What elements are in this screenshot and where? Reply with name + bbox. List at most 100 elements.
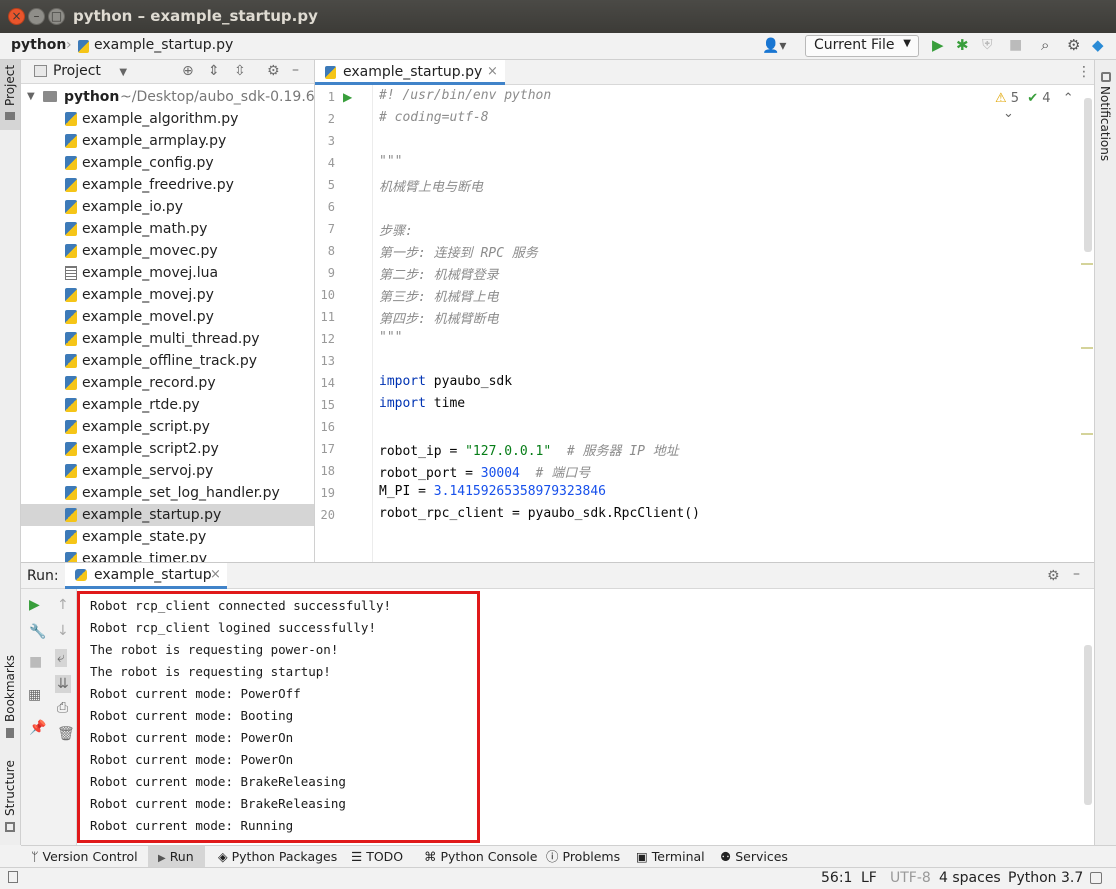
rerun-icon[interactable]: ▶	[29, 598, 40, 612]
project-tool-tab[interactable]: Project	[0, 60, 20, 130]
code-line[interactable]: 第二步: 机械臂登录	[379, 264, 499, 283]
tree-file-item[interactable]: example_record.py	[21, 372, 314, 394]
bookmarks-tool-tab[interactable]: Bookmarks	[0, 655, 20, 742]
close-icon[interactable]: ×	[487, 64, 498, 79]
search-icon[interactable]: ⌕	[1041, 38, 1049, 53]
gear-icon[interactable]: ⚙	[267, 64, 280, 78]
tab-problems[interactable]: ⓘ Problems	[546, 846, 620, 868]
code-line[interactable]: # coding=utf-8	[379, 110, 489, 125]
lock-icon[interactable]	[1090, 872, 1102, 884]
status-line-separator[interactable]: LF	[861, 870, 877, 886]
arrow-up-icon[interactable]: ↑	[57, 598, 69, 612]
scroll-to-end-icon[interactable]: ⇊	[55, 675, 71, 693]
breadcrumb-root[interactable]: python	[11, 37, 66, 53]
arrow-down-icon[interactable]: ↓	[57, 624, 69, 638]
run-config-select[interactable]: Current File ▼	[805, 35, 919, 57]
collapse-all-icon[interactable]: ⇳	[234, 64, 246, 78]
hide-icon[interactable]: –	[292, 63, 299, 77]
code-line[interactable]: #! /usr/bin/env python	[379, 88, 551, 103]
window-maximize-button[interactable]: □	[48, 8, 65, 25]
stop-icon[interactable]: ■	[1009, 38, 1022, 52]
tab-version-control[interactable]: ᛘ Version Control	[31, 846, 138, 868]
coverage-icon[interactable]: ⛨	[982, 38, 993, 52]
tree-file-item[interactable]: example_movel.py	[21, 306, 314, 328]
tree-file-item[interactable]: example_movej.lua	[21, 262, 314, 284]
gear-icon[interactable]: ⚙	[1067, 38, 1080, 53]
tree-file-item[interactable]: example_servoj.py	[21, 460, 314, 482]
code-line[interactable]: """	[379, 154, 402, 169]
code-line[interactable]: import pyaubo_sdk	[379, 374, 512, 389]
tree-file-item[interactable]: example_multi_thread.py	[21, 328, 314, 350]
tab-terminal[interactable]: ▣ Terminal	[636, 846, 705, 868]
tree-file-item[interactable]: example_set_log_handler.py	[21, 482, 314, 504]
hide-icon[interactable]: –	[1073, 567, 1080, 581]
tab-python-packages[interactable]: ◈ Python Packages	[218, 846, 337, 868]
code-line[interactable]: 第一步: 连接到 RPC 服务	[379, 242, 538, 261]
tree-file-item[interactable]: example_script.py	[21, 416, 314, 438]
project-view-selector[interactable]: Project ▼	[53, 63, 127, 79]
tab-todo[interactable]: ☰ TODO	[351, 846, 403, 868]
more-tabs-icon[interactable]: ⋮	[1077, 65, 1091, 79]
user-icon[interactable]: 👤▾	[762, 39, 786, 53]
close-icon[interactable]: ×	[210, 567, 221, 582]
tree-file-item[interactable]: example_io.py	[21, 196, 314, 218]
code-line[interactable]: 第三步: 机械臂上电	[379, 286, 499, 305]
window-minimize-button[interactable]: –	[28, 8, 45, 25]
tree-file-item[interactable]: example_armplay.py	[21, 130, 314, 152]
tree-file-item[interactable]: example_timer.py	[21, 548, 314, 562]
window-close-button[interactable]: ×	[8, 8, 25, 25]
tree-root[interactable]: ▼ python ~/Desktop/aubo_sdk-0.19.6-	[21, 86, 314, 108]
wrench-icon[interactable]: 🔧	[29, 625, 46, 639]
tree-file-item[interactable]: example_movej.py	[21, 284, 314, 306]
soft-wrap-icon[interactable]: ⤶	[55, 649, 67, 667]
inspection-widget[interactable]: ⚠ 5 ✔ 4 ⌃ ⌄	[995, 91, 1094, 121]
tool-window-toggle-icon[interactable]	[8, 871, 18, 883]
code-line[interactable]: """	[379, 330, 402, 345]
tree-file-item[interactable]: example_math.py	[21, 218, 314, 240]
layout-icon[interactable]: ▦	[28, 688, 41, 702]
tree-file-item[interactable]: example_offline_track.py	[21, 350, 314, 372]
status-encoding[interactable]: UTF-8	[890, 870, 931, 886]
tree-file-item[interactable]: example_startup.py	[21, 504, 314, 526]
code-line[interactable]: 步骤:	[379, 220, 413, 239]
console-scrollbar[interactable]	[1084, 645, 1092, 805]
code-line[interactable]: 第四步: 机械臂断电	[379, 308, 499, 327]
status-interpreter[interactable]: Python 3.7	[1008, 870, 1083, 886]
tree-file-item[interactable]: example_script2.py	[21, 438, 314, 460]
status-caret-position[interactable]: 56:1	[821, 870, 852, 886]
toolbox-icon[interactable]: ◆	[1092, 38, 1104, 53]
run-gutter-icon[interactable]: ▶	[343, 90, 352, 104]
tab-run[interactable]: ▶ Run	[148, 846, 205, 868]
trash-icon[interactable]: 🗑	[57, 727, 75, 741]
code-line[interactable]: M_PI = 3.14159265358979323846	[379, 484, 606, 499]
pin-icon[interactable]: 📌	[29, 721, 46, 735]
print-icon[interactable]: ⎙	[57, 701, 68, 715]
expand-all-icon[interactable]: ⇕	[208, 64, 220, 78]
chevron-down-icon[interactable]: ⌄	[1003, 106, 1014, 121]
code-line[interactable]: robot_port = 30004 # 端口号	[379, 462, 590, 481]
editor-tab-example-startup[interactable]: example_startup.py ×	[315, 60, 505, 85]
tree-file-item[interactable]: example_state.py	[21, 526, 314, 548]
editor-scrollbar[interactable]	[1084, 98, 1092, 252]
structure-tool-tab[interactable]: Structure	[0, 760, 20, 840]
code-line[interactable]: import time	[379, 396, 465, 411]
locate-icon[interactable]: ⊕	[182, 64, 194, 78]
code-line[interactable]: robot_ip = "127.0.0.1" # 服务器 IP 地址	[379, 440, 679, 459]
gear-icon[interactable]: ⚙	[1047, 569, 1060, 583]
code-line[interactable]: robot_rpc_client = pyaubo_sdk.RpcClient(…	[379, 506, 700, 521]
run-icon[interactable]: ▶	[932, 38, 944, 53]
tree-file-item[interactable]: example_config.py	[21, 152, 314, 174]
notifications-tool-tab[interactable]: Notifications	[1095, 68, 1116, 161]
tab-python-console[interactable]: ⌘ Python Console	[424, 846, 537, 868]
tab-services[interactable]: ⚉ Services	[720, 846, 788, 868]
breadcrumb-file[interactable]: example_startup.py	[94, 37, 233, 53]
tree-file-item[interactable]: example_movec.py	[21, 240, 314, 262]
code-line[interactable]: 机械臂上电与断电	[379, 176, 483, 195]
tree-file-item[interactable]: example_algorithm.py	[21, 108, 314, 130]
chevron-up-icon[interactable]: ⌃	[1063, 91, 1074, 106]
tree-file-item[interactable]: example_freedrive.py	[21, 174, 314, 196]
stop-icon[interactable]: ■	[29, 655, 42, 669]
tree-file-item[interactable]: example_rtde.py	[21, 394, 314, 416]
run-config-tab[interactable]: example_startup ×	[65, 563, 227, 589]
debug-icon[interactable]: ✱	[956, 38, 969, 53]
